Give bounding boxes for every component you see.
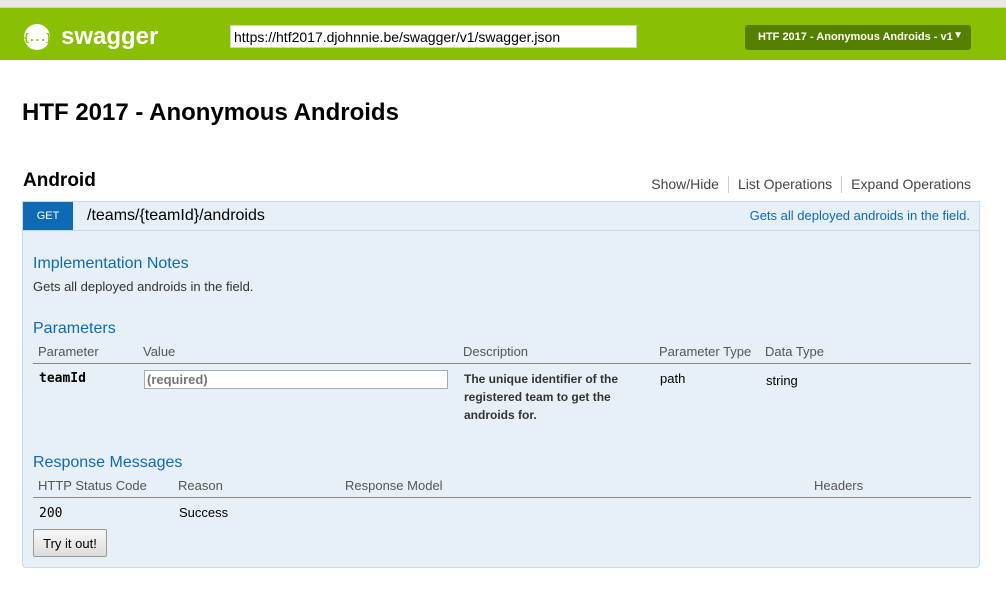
swagger-logo-text: swagger bbox=[61, 23, 159, 50]
swagger-header: {...} swagger HTF 2017 - Anonymous Andro… bbox=[0, 8, 1006, 60]
operation-panel: GET /teams/{teamId}/androids Gets all de… bbox=[22, 201, 980, 568]
response-header-headers: Headers bbox=[814, 478, 864, 493]
resource-name-android[interactable]: Android bbox=[23, 170, 96, 192]
param-header-parameter: Parameter bbox=[38, 344, 99, 359]
implementation-notes-title: Implementation Notes bbox=[33, 255, 189, 272]
param-data-type: string bbox=[766, 373, 798, 388]
response-code: 200 bbox=[39, 506, 63, 521]
browser-top-strip bbox=[0, 0, 1006, 8]
page-title: HTF 2017 - Anonymous Androids bbox=[22, 99, 399, 126]
param-header-data-type: Data Type bbox=[765, 344, 825, 359]
operation-path[interactable]: /teams/{teamId}/androids bbox=[87, 207, 265, 225]
expand-operations-link[interactable]: Expand Operations bbox=[842, 176, 971, 193]
param-header-parameter-type: Parameter Type bbox=[659, 344, 752, 359]
api-definition-label: HTF 2017 - Anonymous Androids - v1 bbox=[758, 31, 953, 43]
show-hide-link[interactable]: Show/Hide bbox=[642, 176, 728, 193]
parameters-title: Parameters bbox=[33, 320, 116, 337]
param-header-description: Description bbox=[463, 344, 529, 359]
param-description: The unique identifier of the registered … bbox=[464, 372, 618, 422]
swagger-logo[interactable]: {...} swagger bbox=[23, 23, 159, 51]
http-method-badge[interactable]: GET bbox=[23, 202, 73, 230]
list-operations-link[interactable]: List Operations bbox=[729, 176, 841, 193]
param-header-value: Value bbox=[143, 344, 176, 359]
table-divider bbox=[33, 363, 971, 364]
response-header-status-code: HTTP Status Code bbox=[38, 478, 147, 493]
param-name: teamId bbox=[39, 371, 86, 386]
resource-actions: Show/Hide List Operations Expand Operati… bbox=[642, 176, 971, 193]
operation-heading[interactable]: GET /teams/{teamId}/androids Gets all de… bbox=[23, 202, 979, 231]
team-id-input[interactable] bbox=[144, 370, 448, 389]
table-divider bbox=[33, 497, 971, 498]
spec-url-input[interactable] bbox=[230, 25, 637, 48]
response-header-reason: Reason bbox=[178, 478, 223, 493]
try-it-out-button[interactable]: Try it out! bbox=[33, 529, 107, 557]
response-header-model: Response Model bbox=[345, 478, 443, 493]
caret-down-icon: ▼ bbox=[953, 30, 963, 41]
param-type: path bbox=[660, 371, 686, 386]
api-definition-select[interactable]: HTF 2017 - Anonymous Androids - v1 ▼ bbox=[745, 25, 971, 50]
operation-summary[interactable]: Gets all deployed androids in the field. bbox=[750, 208, 970, 223]
response-messages-title: Response Messages bbox=[33, 454, 183, 471]
swagger-logo-icon: {...} bbox=[23, 24, 52, 50]
response-reason: Success bbox=[179, 505, 229, 520]
implementation-notes-text: Gets all deployed androids in the field. bbox=[33, 279, 254, 294]
